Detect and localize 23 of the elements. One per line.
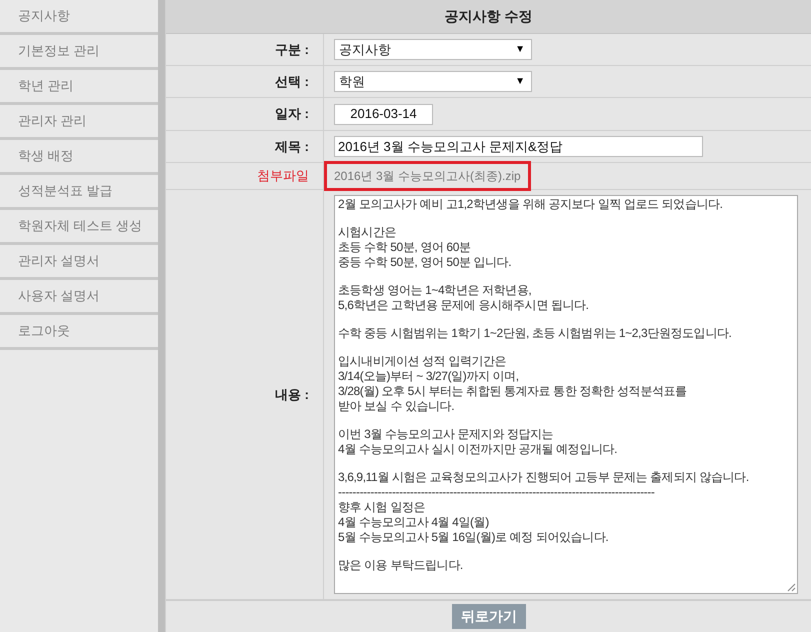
- form-title: 공지사항 수정: [166, 0, 811, 34]
- content-paragraph: 2월 모의고사가 예비 고1,2학년생을 위해 공지보다 일찍 업로드 되었습니다.: [338, 197, 723, 212]
- content-paragraph: 많은 이용 부탁드립니다.: [338, 558, 463, 573]
- content-paragraph: 시험시간은 초등 수학 50분, 영어 60분 중등 수학 50분, 영어 50분 입니다.: [338, 225, 512, 270]
- field-label: 첨부파일: [257, 167, 309, 186]
- back-button[interactable]: 뒤로가기: [452, 604, 526, 629]
- field-label: 일자 :: [275, 105, 309, 124]
- field-label: 선택 :: [275, 72, 309, 91]
- field-label: 구분 :: [275, 40, 309, 59]
- content-textarea[interactable]: [334, 195, 798, 594]
- content-paragraph: 3,6,9,11월 시험은 교육청모의고사가 진행되어 고등부 문제는 출제되지 않습니다. ---------------------------------------------------------------------------------------- 향후 시험 일정은 4월 수능모의고사 4월 4일(월) 5월 수능모의고사 5월 16일(월)로 예정 되어있습니다.: [338, 470, 749, 545]
- dropdown[interactable]: 학원 ▼: [334, 71, 532, 92]
- content-paragraph: 수학 중등 시험범위는 1학기 1~2단원, 초등 시험범위는 1~2,3단원정도입니다.: [338, 326, 732, 341]
- resize-grip-icon[interactable]: [787, 583, 796, 592]
- field-label: 제목 :: [275, 138, 309, 156]
- content-paragraph: 입시내비게이션 성적 입력기간은 3/14(오늘)부터 ~ 3/27(일)까지 이며, 3/28(월) 오후 5시 부터는 취합된 통계자료 통한 정확한 성적분석표를 받아 보실 수 있습니다.: [338, 354, 687, 414]
- date-field[interactable]: 2016-03-14: [334, 104, 433, 124]
- dropdown[interactable]: 공지사항 ▼: [334, 39, 532, 60]
- attachment-link[interactable]: 2016년 3월 수능모의고사(최종).zip: [324, 161, 531, 191]
- content-paragraph: 초등학생 영어는 1~4학년은 저학년용, 5,6학년은 고학년용 문제에 응시해주시면 됩니다.: [338, 283, 589, 313]
- title-field[interactable]: 2016년 3월 수능모의고사 문제지&정답: [334, 136, 703, 157]
- content-paragraph: 이번 3월 수능모의고사 문제지와 정답지는 4월 수능모의고사 실시 이전까지만 공개될 예정입니다.: [338, 427, 618, 457]
- field-label: 내용 :: [275, 386, 309, 404]
